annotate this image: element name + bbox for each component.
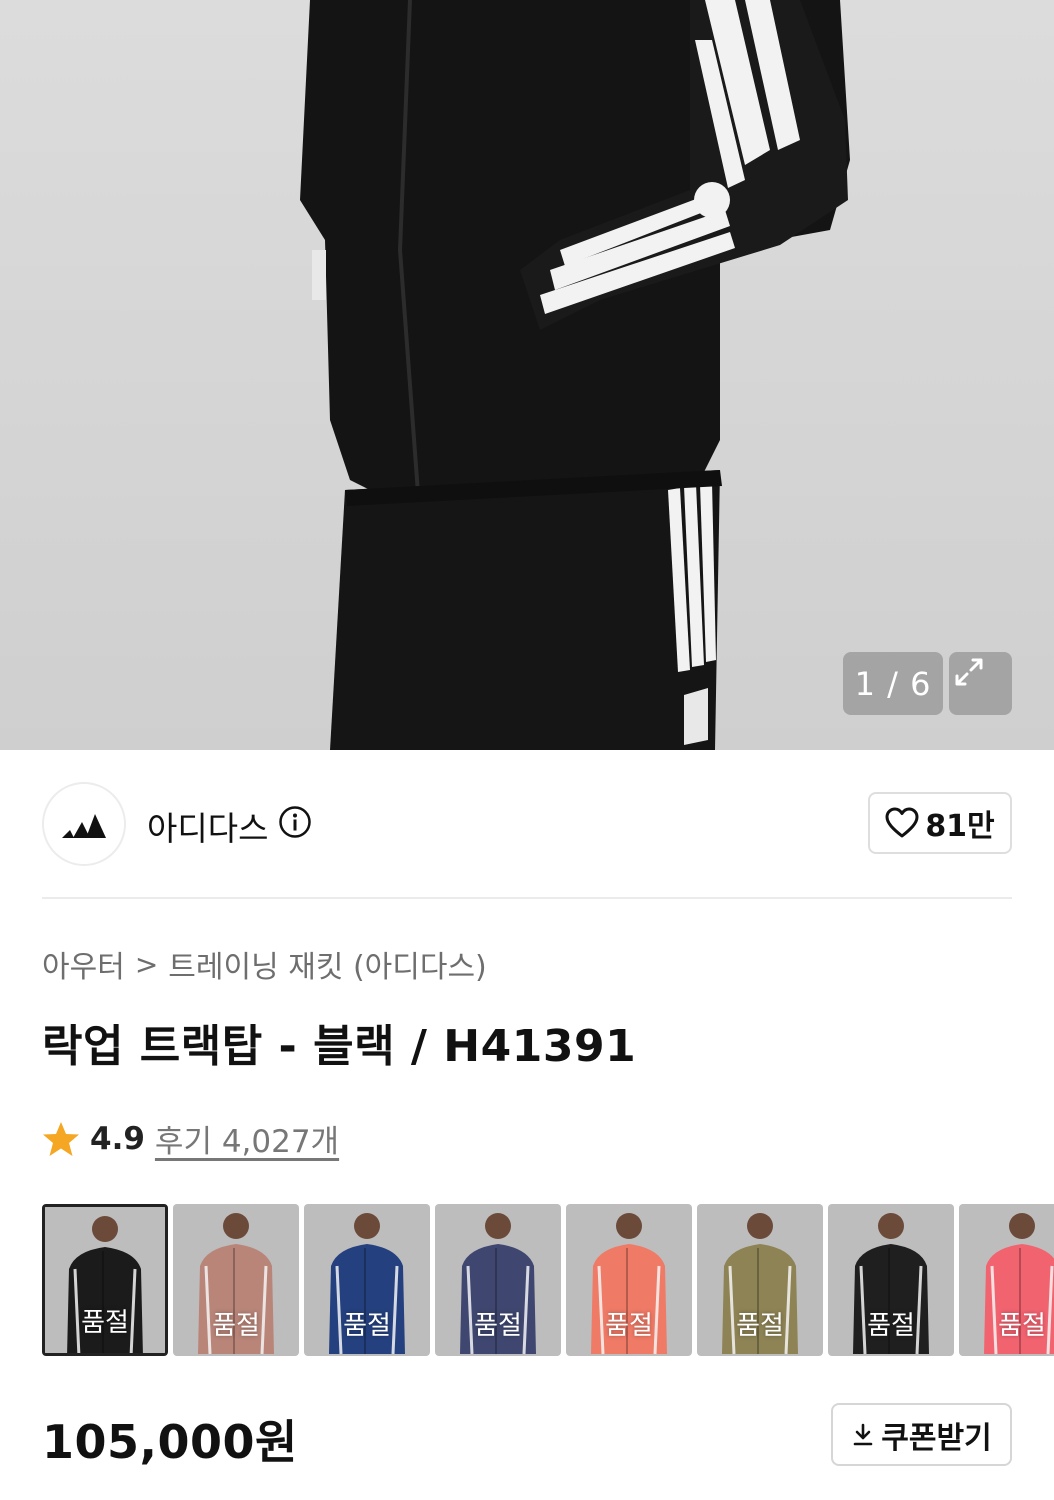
divider <box>42 897 1012 899</box>
star-icon <box>43 1121 79 1156</box>
product-image[interactable]: 1 / 6 <box>0 0 1054 750</box>
brand-name[interactable]: 아디다스 <box>147 802 312 850</box>
breadcrumb-separator: > <box>134 947 159 981</box>
color-swatch[interactable]: 품절 <box>959 1204 1054 1356</box>
sold-out-label: 품절 <box>867 1311 915 1341</box>
breadcrumb: 아우터 > 트레이닝 재킷 (아디다스) <box>42 942 487 986</box>
color-swatch[interactable]: 품절 <box>697 1204 823 1356</box>
color-swatch[interactable]: 품절 <box>42 1204 168 1356</box>
color-swatch[interactable]: 품절 <box>828 1204 954 1356</box>
brand-logo[interactable] <box>42 782 126 866</box>
like-count: 81만 <box>925 809 995 844</box>
expand-icon <box>955 658 983 686</box>
breadcrumb-category[interactable]: 아우터 <box>42 942 125 986</box>
download-icon <box>853 1423 873 1445</box>
review-link[interactable]: 후기 4,027개 <box>155 1116 339 1161</box>
sold-out-label: 품절 <box>212 1311 260 1341</box>
rating-value: 4.9 <box>90 1120 145 1157</box>
like-button[interactable]: 81만 <box>868 792 1012 854</box>
sold-out-label: 품절 <box>343 1311 391 1341</box>
sold-out-label: 품절 <box>605 1311 653 1341</box>
color-swatch[interactable]: 품절 <box>435 1204 561 1356</box>
info-icon[interactable] <box>278 805 312 847</box>
expand-button[interactable] <box>949 652 1012 715</box>
sold-out-label: 품절 <box>998 1311 1046 1341</box>
product-title: 락업 트랙탑 - 블랙 / H41391 <box>42 1021 637 1072</box>
color-options: 품절 품절 품절 품절 품절 품절 품절 품절 <box>42 1204 1054 1356</box>
product-price: 105,000원 <box>42 1415 298 1469</box>
sold-out-label: 품절 <box>474 1311 522 1341</box>
color-swatch[interactable]: 품절 <box>173 1204 299 1356</box>
coupon-label: 쿠폰받기 <box>881 1420 992 1456</box>
product-photo <box>300 0 850 750</box>
breadcrumb-subcategory[interactable]: 트레이닝 재킷 (아디다스) <box>168 942 486 986</box>
coupon-button[interactable]: 쿠폰받기 <box>831 1403 1012 1466</box>
brand-row: 아디다스 81만 <box>42 782 1012 866</box>
color-swatch[interactable]: 품절 <box>304 1204 430 1356</box>
sold-out-label: 품절 <box>81 1308 129 1338</box>
rating-row: 4.9 후기 4,027개 <box>42 1116 339 1161</box>
sold-out-label: 품절 <box>736 1311 784 1341</box>
color-swatch[interactable]: 품절 <box>566 1204 692 1356</box>
adidas-logo-icon <box>62 814 106 838</box>
heart-icon <box>885 807 919 838</box>
image-counter: 1 / 6 <box>843 652 943 715</box>
brand-name-text: 아디다스 <box>147 809 269 848</box>
